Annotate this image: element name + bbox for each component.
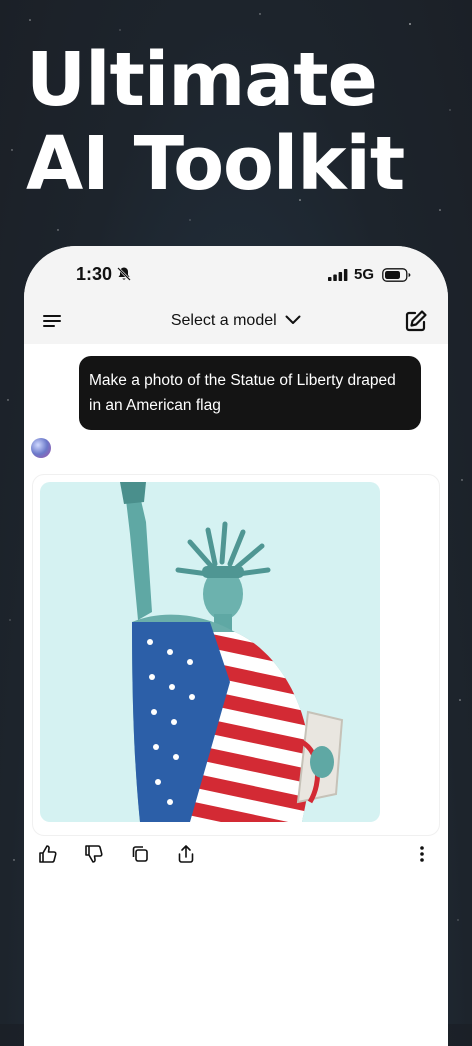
app-bar: Select a model xyxy=(24,302,448,344)
message-actions xyxy=(38,844,434,866)
network-type: 5G xyxy=(353,266,374,283)
chevron-down-icon xyxy=(285,312,301,330)
compose-icon[interactable] xyxy=(404,309,430,335)
share-icon[interactable] xyxy=(176,844,198,866)
battery-icon xyxy=(382,268,412,287)
model-select-dropdown[interactable]: Select a model xyxy=(24,312,448,330)
page-headline: Ultimate AI Toolkit xyxy=(26,37,405,207)
status-time: 1:30 xyxy=(76,264,113,284)
status-bar: 1:30 5G xyxy=(24,246,448,302)
signal-icon xyxy=(328,268,348,286)
phone-frame: 1:30 5G Select a model Make a photo of t… xyxy=(24,246,448,1046)
copy-icon[interactable] xyxy=(130,844,152,866)
generated-image[interactable] xyxy=(40,482,380,822)
user-message-bubble: Make a photo of the Statue of Liberty dr… xyxy=(79,356,421,430)
thumbs-down-icon[interactable] xyxy=(84,844,106,866)
assistant-avatar xyxy=(31,438,51,458)
bell-off-icon xyxy=(116,266,132,287)
thumbs-up-icon[interactable] xyxy=(38,844,60,866)
more-icon[interactable] xyxy=(412,844,434,866)
model-select-label: Select a model xyxy=(170,312,277,330)
